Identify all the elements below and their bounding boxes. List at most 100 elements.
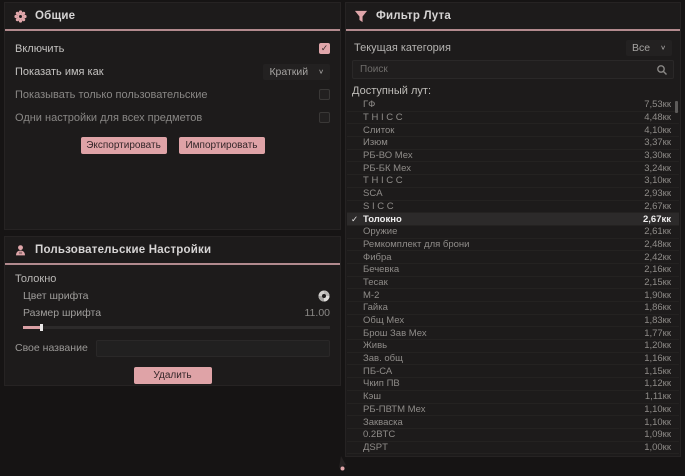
export-button[interactable]: Экспортировать	[81, 137, 167, 154]
header-underline	[346, 29, 680, 31]
loot-row[interactable]: Оружие2,61кк	[347, 226, 679, 239]
loot-row[interactable]: Ремкомплект для брони2,48кк	[347, 239, 679, 252]
enable-checkbox[interactable]: ✓	[319, 43, 330, 54]
loot-item-name: Т Н I С С	[361, 112, 644, 123]
loot-item-value: 1,09кк	[644, 429, 671, 440]
font-size-slider[interactable]	[23, 324, 330, 331]
slider-track	[23, 326, 330, 329]
option-row-only-custom: Показывать только пользовательские	[5, 83, 340, 106]
user-settings-icon	[13, 243, 27, 257]
general-panel-header: Общие	[5, 3, 340, 27]
chevron-down-icon: ∨	[318, 68, 324, 75]
same-settings-label: Одни настройки для всех предметов	[15, 112, 202, 124]
custom-panel-header: Пользовательские Настройки	[5, 237, 340, 261]
loot-row[interactable]: Гайка1,86кк	[347, 302, 679, 315]
loot-item-value: 1,20кк	[644, 340, 671, 351]
loot-row[interactable]: Кэш1,11кк	[347, 391, 679, 404]
loot-row[interactable]: S I С С2,67кк	[347, 201, 679, 214]
loot-row[interactable]: SCA2,93кк	[347, 188, 679, 201]
loot-row[interactable]: Живь1,20кк	[347, 340, 679, 353]
loot-item-name: 0.2BTC	[361, 429, 644, 440]
name-display-value: Краткий	[269, 66, 308, 78]
custom-name-input[interactable]	[96, 340, 330, 357]
font-size-value: 11.00	[305, 307, 331, 319]
color-wheel-icon[interactable]	[318, 290, 330, 302]
loot-item-name: Гайка	[361, 302, 644, 313]
loot-row[interactable]: Общ Мех1,83кк	[347, 315, 679, 328]
loot-row[interactable]: ГФ7,53кк	[347, 99, 679, 112]
search-input[interactable]	[358, 63, 656, 76]
name-display-label: Показать имя как	[15, 66, 104, 78]
loot-row[interactable]: ПБ-СА1,15кк	[347, 365, 679, 378]
filter-panel-header: Фильтр Лута	[346, 3, 680, 27]
search-icon[interactable]	[656, 64, 668, 76]
loot-item-value: 1,86кк	[644, 302, 671, 313]
loot-row[interactable]: Брош Зав Мех1,77кк	[347, 327, 679, 340]
loot-item-value: 3,30кк	[644, 150, 671, 161]
loot-row[interactable]: Фибра2,42кк	[347, 251, 679, 264]
loot-row[interactable]: РБ-БК Мех3,24кк	[347, 162, 679, 175]
name-display-dropdown[interactable]: Краткий ∨	[263, 64, 330, 80]
loot-item-value: 2,61кк	[644, 226, 671, 237]
loot-row[interactable]: М-21,90кк	[347, 289, 679, 302]
loot-item-name: РБ-БК Мех	[361, 163, 644, 174]
loot-row[interactable]: Зав. общ1,16кк	[347, 353, 679, 366]
loot-item-name: Ремкомплект для брони	[361, 239, 644, 250]
category-dropdown[interactable]: Все ∨	[626, 40, 672, 56]
enable-label: Включить	[15, 43, 64, 55]
loot-item-value: 2,93кк	[644, 188, 671, 199]
custom-name-label: Свое название	[15, 342, 88, 354]
filter-funnel-icon	[354, 9, 368, 23]
font-size-label: Размер шрифта	[23, 307, 101, 319]
loot-item-value: 2,15кк	[644, 277, 671, 288]
loot-row[interactable]: Закваска1,10кк	[347, 416, 679, 429]
search-bar	[352, 60, 674, 79]
loot-item-value: 1,10кк	[644, 417, 671, 428]
loot-item-name: ДSPT	[361, 442, 644, 453]
option-row-name-display: Показать имя как Краткий ∨	[5, 60, 340, 83]
loot-row[interactable]: РБ-ПВТМ Мех1,10кк	[347, 404, 679, 417]
loot-row[interactable]: РБ-ВО Мех3,30кк	[347, 150, 679, 163]
loot-row[interactable]: Изюм3,37кк	[347, 137, 679, 150]
chevron-down-icon: ∨	[660, 44, 666, 51]
category-row: Текущая категория Все ∨	[346, 37, 680, 58]
loot-row[interactable]: 0.2BTC1,09кк	[347, 429, 679, 442]
loot-item-name: Бечевка	[361, 264, 644, 275]
loot-item-name: Изюм	[361, 137, 644, 148]
same-settings-checkbox[interactable]	[319, 112, 330, 123]
cursor	[337, 456, 349, 471]
loot-item-value: 4,48кк	[644, 112, 671, 123]
only-custom-checkbox[interactable]	[319, 89, 330, 100]
loot-item-name: Закваска	[361, 417, 644, 428]
loot-row[interactable]: Т Н I С С4,48кк	[347, 112, 679, 125]
loot-row[interactable]: ✓Толокно2,67кк	[347, 213, 679, 226]
loot-item-value: 2,48кк	[644, 239, 671, 250]
loot-row[interactable]: Т Н I С С3,10кк	[347, 175, 679, 188]
loot-row[interactable]: Чкип ПВ1,12кк	[347, 378, 679, 391]
available-loot-label: Доступный лут:	[346, 81, 680, 99]
loot-row[interactable]: ДSPT1,00кк	[347, 442, 679, 455]
option-row-same-settings: Одни настройки для всех предметов	[5, 106, 340, 129]
filter-panel-title: Фильтр Лута	[376, 10, 451, 22]
loot-item-name: Т Н I С С	[361, 175, 644, 186]
category-label: Текущая категория	[354, 42, 451, 54]
loot-item-value: 1,83кк	[644, 315, 671, 326]
scrollbar-thumb[interactable]	[675, 101, 678, 113]
loot-item-name: РБ-ПВТМ Мех	[361, 404, 644, 415]
loot-item-name: М-2	[361, 290, 644, 301]
loot-item-name: Оружие	[361, 226, 644, 237]
loot-row[interactable]: Тесак2,15кк	[347, 277, 679, 290]
loot-row[interactable]: Бечевка2,16кк	[347, 264, 679, 277]
import-button[interactable]: Импортировать	[179, 137, 265, 154]
option-row-enable: Включить ✓	[5, 37, 340, 60]
custom-name-row: Свое название	[5, 335, 340, 361]
loot-row[interactable]: Слиток4,10кк	[347, 124, 679, 137]
loot-item-name: Слиток	[361, 125, 644, 136]
header-underline	[5, 29, 340, 31]
delete-button[interactable]: Удалить	[134, 367, 212, 384]
general-panel-title: Общие	[35, 10, 75, 22]
slider-thumb[interactable]	[40, 324, 43, 331]
loot-item-value: 4,10кк	[644, 125, 671, 136]
loot-item-name: ГФ	[361, 99, 644, 110]
delete-row: Удалить	[5, 367, 340, 384]
